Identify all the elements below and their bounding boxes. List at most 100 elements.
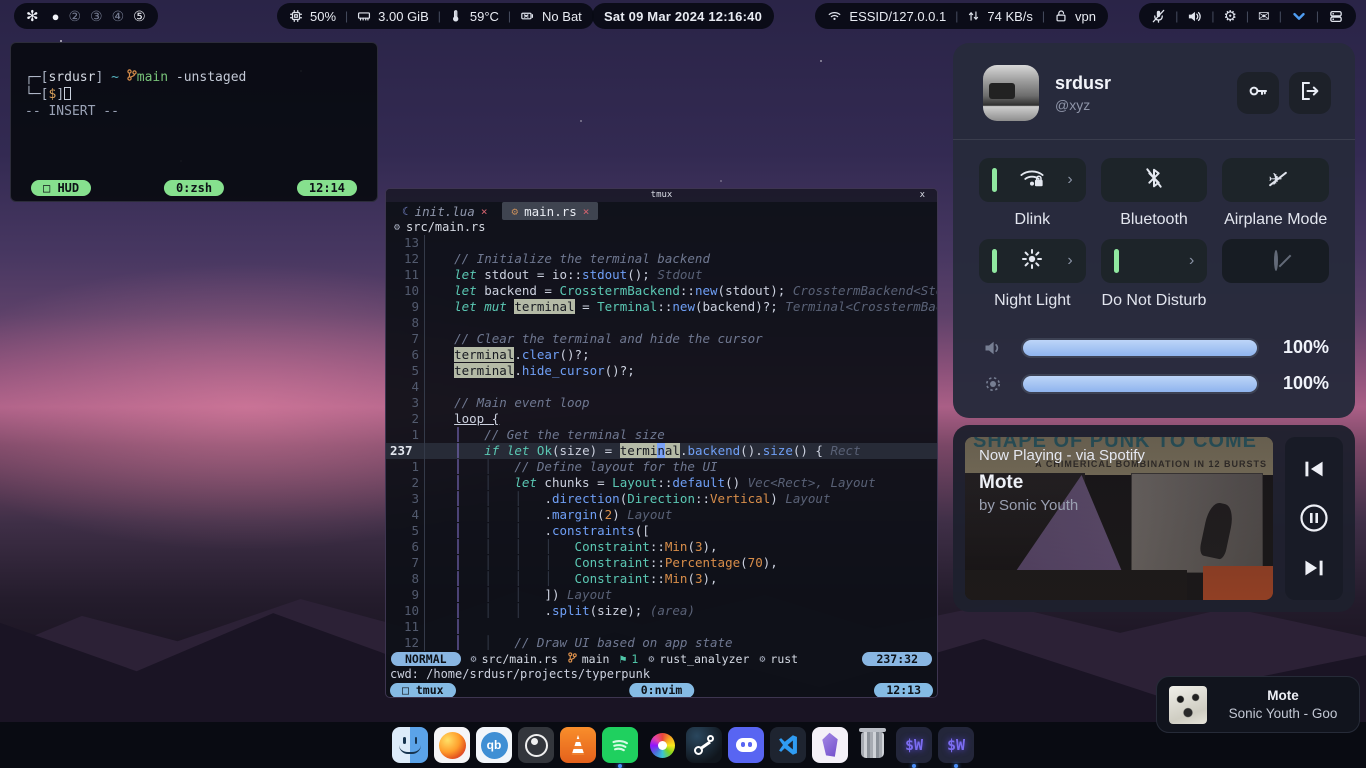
chevron-right-icon[interactable]: › — [1067, 253, 1072, 269]
code-text: loop { — [419, 411, 499, 427]
workspace-switcher: ● ②③④⑤ — [52, 8, 146, 25]
code-token: ), — [763, 555, 778, 570]
notification-body: Sonic Youth - Goo — [1219, 706, 1347, 721]
dock-item-obsidian[interactable] — [812, 727, 848, 763]
code-token: 3 — [695, 571, 703, 586]
dock-item-steam[interactable] — [686, 727, 722, 763]
dock-item-vlc[interactable] — [560, 727, 596, 763]
code-token: hide_cursor — [522, 363, 605, 378]
dock-item-firefox[interactable] — [434, 727, 470, 763]
toggle-dlink[interactable]: › — [979, 158, 1086, 202]
topbar-workspaces-pill: ✻ ● ②③④⑤ — [14, 3, 158, 29]
tab-close-icon[interactable]: × — [481, 205, 488, 218]
chevron-right-icon[interactable]: › — [1189, 253, 1194, 269]
code-token: . — [544, 507, 552, 522]
tab-label: init.lua — [415, 204, 475, 219]
dock-item-vscode[interactable] — [770, 727, 806, 763]
gear-icon[interactable]: ⚙ — [1223, 7, 1236, 25]
indent-guide: │ — [514, 491, 544, 506]
clock-text: Sat 09 Mar 2024 12:16:40 — [604, 9, 762, 24]
workspace-2[interactable]: ② — [68, 8, 81, 25]
dock-item-trash[interactable] — [854, 727, 890, 763]
previous-track-button[interactable] — [1303, 459, 1325, 479]
network-value: 74 KB/s — [987, 9, 1033, 24]
workspace-1[interactable]: ● — [52, 9, 60, 24]
pause-button[interactable] — [1299, 503, 1329, 533]
code-line: 11 │ — [386, 619, 937, 635]
mic-muted-icon[interactable] — [1151, 9, 1166, 24]
dock-item-sw-app-1[interactable]: $W — [896, 727, 932, 763]
indent-guide: │ — [484, 587, 514, 602]
dock-item-photos[interactable] — [644, 727, 680, 763]
code-token: let — [454, 299, 477, 314]
tmux-window-badge[interactable]: 0:nvim — [629, 683, 695, 698]
logout-button[interactable] — [1289, 72, 1331, 114]
buffer-tab-main.rs[interactable]: ⚙main.rs× — [502, 202, 598, 220]
launcher-icon[interactable]: ✻ — [26, 7, 39, 25]
toggle-cell — [1222, 239, 1329, 320]
next-track-button[interactable] — [1303, 558, 1325, 578]
workspace-5[interactable]: ⑤ — [133, 8, 146, 25]
toggle-empty[interactable] — [1222, 239, 1329, 283]
code-text: // Clear the terminal and hide the curso… — [419, 331, 763, 347]
dock-item-file-manager[interactable] — [392, 727, 428, 763]
window-close-button[interactable]: x — [920, 189, 925, 202]
dock-item-discord[interactable] — [728, 727, 764, 763]
notification-toast[interactable]: Mote Sonic Youth - Goo — [1156, 676, 1360, 733]
line-number: 3 — [386, 395, 419, 411]
terminal-window[interactable]: ┌─[srdusr] ~ main -unstaged └─[$] -- INS… — [10, 42, 378, 202]
indent-guide: │ — [484, 603, 514, 618]
prompt-branch: main — [137, 70, 168, 85]
tray-inbox-icon[interactable]: ✉ — [1258, 8, 1270, 25]
dock-item-qbittorrent[interactable]: qb — [476, 727, 512, 763]
network-value: vpn — [1075, 9, 1096, 24]
line-number: 5 — [386, 523, 419, 539]
chevron-right-icon[interactable]: › — [1067, 172, 1072, 188]
buffer-tabline: ☾init.lua×⚙main.rs× — [386, 202, 937, 220]
toggle-airplane-mode[interactable]: ✈ — [1222, 158, 1329, 202]
dock-item-spotify[interactable] — [602, 727, 638, 763]
user-row: srdusr @xyz — [953, 43, 1355, 121]
separator: | — [508, 9, 511, 23]
logout-icon — [1299, 80, 1321, 107]
code-token: :: — [650, 571, 665, 586]
toggle-bluetooth[interactable] — [1101, 158, 1208, 202]
code-area[interactable]: 13 12 // Initialize the terminal backend… — [386, 235, 937, 651]
lock-keys-button[interactable] — [1237, 72, 1279, 114]
code-token: (). — [740, 443, 763, 458]
dock-item-sw-app-2[interactable]: $W — [938, 727, 974, 763]
bluetooth-off-icon — [1143, 166, 1165, 195]
code-token: margin — [552, 507, 597, 522]
workspace-3[interactable]: ③ — [90, 8, 103, 25]
system-icon[interactable] — [1328, 9, 1344, 24]
volume-icon[interactable] — [1187, 9, 1202, 24]
slider-value: 100% — [1277, 337, 1329, 358]
chevron-down-icon[interactable] — [1291, 9, 1307, 24]
memory-icon — [357, 9, 371, 23]
topbar-stats-pill: 50%|3.00 GiB|59°C|No Bat — [277, 3, 594, 29]
code-text: │ │ let chunks = Layout::default() Vec<R… — [419, 475, 876, 491]
indent-guide: │ — [454, 507, 484, 522]
wifi-lock-icon — [1019, 167, 1045, 194]
separator: | — [438, 9, 441, 23]
dock-item-obs[interactable] — [518, 727, 554, 763]
code-line: 2 loop { — [386, 411, 937, 427]
buffer-tab-init.lua[interactable]: ☾init.lua× — [393, 202, 496, 220]
code-token: :: — [657, 299, 672, 314]
toggle-label: Do Not Disturb — [1102, 292, 1207, 320]
workspace-4[interactable]: ④ — [112, 8, 125, 25]
volume-slider[interactable] — [1021, 338, 1259, 358]
toggle-night-light[interactable]: › — [979, 239, 1086, 283]
indent-guide: │ — [514, 539, 544, 554]
wifi-icon — [827, 9, 842, 23]
toggle-do-not-disturb[interactable]: › — [1101, 239, 1208, 283]
tmux-session-badge[interactable]: □ tmux — [390, 683, 456, 698]
tab-close-icon[interactable]: × — [583, 205, 590, 218]
line-number: 4 — [386, 507, 419, 523]
active-indicator — [992, 168, 997, 192]
code-text: │ // Get the terminal size — [419, 427, 665, 443]
code-token: ()?; — [605, 363, 635, 378]
editor-window[interactable]: tmux x ☾init.lua×⚙main.rs× ⚙ src/main.rs… — [385, 188, 938, 698]
brightness-slider[interactable] — [1021, 374, 1259, 394]
temperature-icon — [450, 9, 463, 23]
